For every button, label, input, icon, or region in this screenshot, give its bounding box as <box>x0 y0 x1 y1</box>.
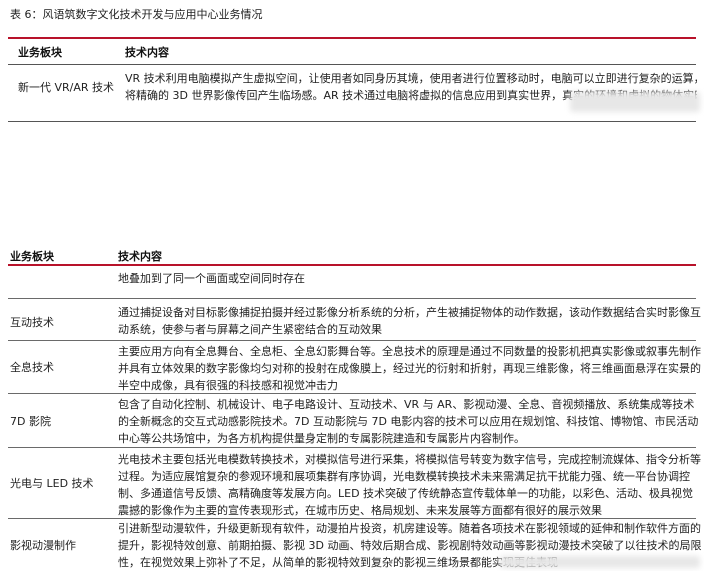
row-content: 包含了自动化控制、机械设计、电子电路设计、互动技术、VR 与 AR、影视动漫、全… <box>118 398 699 445</box>
row-divider <box>8 447 696 448</box>
row-content: 光电技术主要包括光电模数转换技术，对模拟信号进行采集，将模拟信号转变为数字信号，… <box>118 453 701 517</box>
main-col1-header: 业务板块 <box>10 250 54 263</box>
top-table-rule <box>8 37 696 39</box>
main-header-rule <box>8 264 696 266</box>
row-segment: 7D 影院 <box>10 415 51 428</box>
row-divider <box>8 340 696 341</box>
top-table-content-line-1: VR 技术利用电脑模拟产生虚拟空间，让使用者如同身历其境，使用者进行位置移动时，… <box>125 72 697 85</box>
top-table-segment: 新一代 VR/AR 技术 <box>18 81 115 94</box>
top-table-bottom-rule <box>8 121 696 122</box>
row-content: 主要应用方向有全息舞台、全息柜、全息幻影舞台等。全息技术的原理是通过不同数量的投… <box>118 345 701 392</box>
row-segment: 互动技术 <box>10 316 54 329</box>
watermark-blur <box>570 92 700 112</box>
row-segment: 影视动漫制作 <box>10 539 76 552</box>
row-divider <box>8 518 696 519</box>
row-content: 通过捕捉设备对目标影像捕捉拍摄并经过影像分析系统的分析，产生被捕捉物体的动作数据… <box>118 306 701 336</box>
table-caption: 表 6：风语筑数字文化技术开发与应用中心业务情况 <box>10 8 263 21</box>
row-divider <box>8 393 696 394</box>
main-col2-header: 技术内容 <box>118 250 162 263</box>
top-table-header-divider <box>8 64 696 65</box>
row-segment: 光电与 LED 技术 <box>10 477 94 490</box>
row-segment: 全息技术 <box>10 361 54 374</box>
continuation-text: 地叠加到了同一个画面或空间同时存在 <box>118 272 305 285</box>
row-divider <box>8 298 696 299</box>
top-table-col2-header: 技术内容 <box>125 46 169 59</box>
top-table-col1-header: 业务板块 <box>18 46 62 59</box>
watermark-blur <box>500 556 700 568</box>
